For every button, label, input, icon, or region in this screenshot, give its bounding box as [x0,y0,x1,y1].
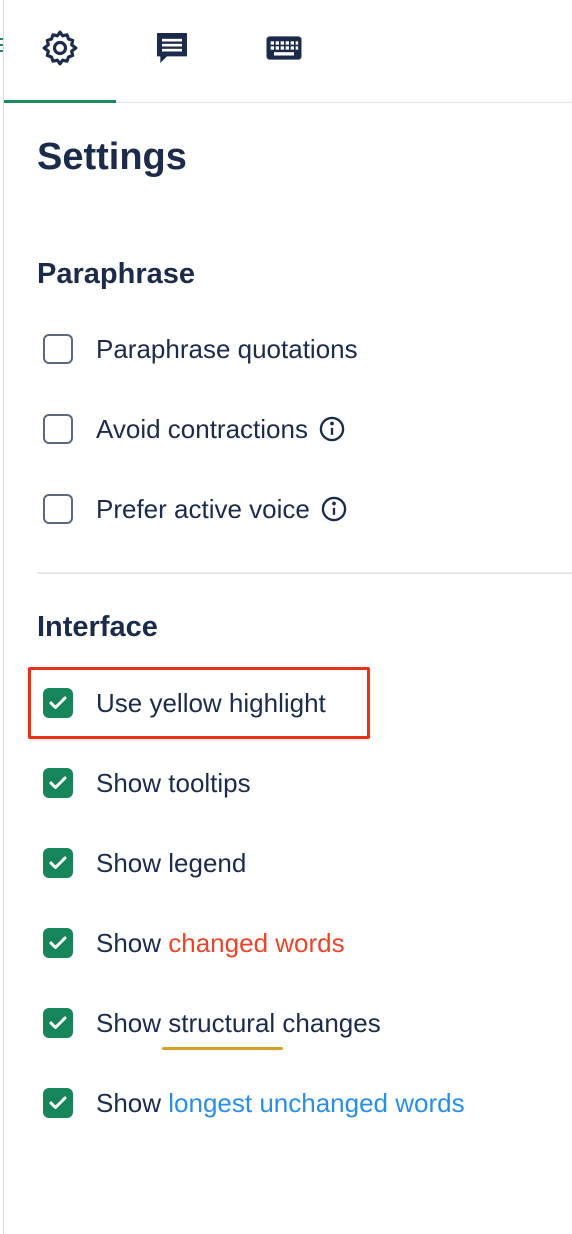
option-label: Use yellow highlight [96,687,326,718]
label-accent-longest-unchanged-words: longest unchanged words [168,1087,465,1118]
label-accent-changed-words: changed words [168,927,345,958]
settings-tab-bar [4,0,572,103]
option-label: Show legend [96,847,247,878]
tab-comments[interactable] [116,0,228,102]
checkbox-checked[interactable] [43,688,73,718]
option-show-tooltips[interactable]: Show tooltips [43,765,251,801]
tab-keyboard-shortcuts[interactable] [228,0,340,102]
option-prefer-active-voice[interactable]: Prefer active voice [43,491,348,527]
option-label: Prefer active voice [96,493,310,524]
checkbox-checked[interactable] [43,1088,73,1118]
option-label: Show structural changes [96,1008,381,1039]
label-prefix: Show [96,927,169,958]
checkbox-checked[interactable] [43,1008,73,1038]
checkbox[interactable] [43,334,73,364]
option-show-legend[interactable]: Show legend [43,845,246,881]
checkbox-checked[interactable] [43,848,73,878]
option-show-changed-words[interactable]: Show changed words [43,925,345,961]
option-label: Avoid contractions [96,413,308,444]
option-label: Paraphrase quotations [96,333,358,364]
option-avoid-contractions[interactable]: Avoid contractions [43,411,346,447]
checkbox[interactable] [43,414,73,444]
check-icon [49,1016,67,1029]
label-accent-structural: structural [168,1007,276,1038]
label-suffix: changes [275,1007,381,1038]
check-icon [49,936,67,949]
option-use-yellow-highlight[interactable]: Use yellow highlight [43,685,326,721]
label-prefix: Show [96,1087,169,1118]
label-prefix: Show [96,1007,169,1038]
option-label: Show changed words [96,928,345,959]
option-label: Show longest unchanged words [96,1088,465,1119]
checkbox-checked[interactable] [43,768,73,798]
checkbox[interactable] [43,494,73,524]
check-icon [49,856,67,869]
panel-left-border [3,0,4,1234]
page-title: Settings [37,136,187,178]
section-heading-paraphrase: Paraphrase [37,258,195,290]
info-icon[interactable] [318,415,346,443]
keyboard-icon [262,0,306,73]
check-icon [49,776,67,789]
check-icon [49,1096,67,1109]
section-divider [37,572,572,574]
option-show-structural-changes[interactable]: Show structural changes [43,1005,381,1041]
info-icon[interactable] [320,495,348,523]
check-icon [49,696,67,709]
gear-icon [39,0,81,73]
section-heading-interface: Interface [37,611,158,643]
checkbox-checked[interactable] [43,928,73,958]
option-label: Show tooltips [96,767,251,798]
tab-settings[interactable] [4,0,116,103]
panel-edge-handle[interactable] [0,38,3,56]
option-show-longest-unchanged-words[interactable]: Show longest unchanged words [43,1085,465,1121]
message-icon [151,0,193,73]
option-paraphrase-quotations[interactable]: Paraphrase quotations [43,331,358,367]
